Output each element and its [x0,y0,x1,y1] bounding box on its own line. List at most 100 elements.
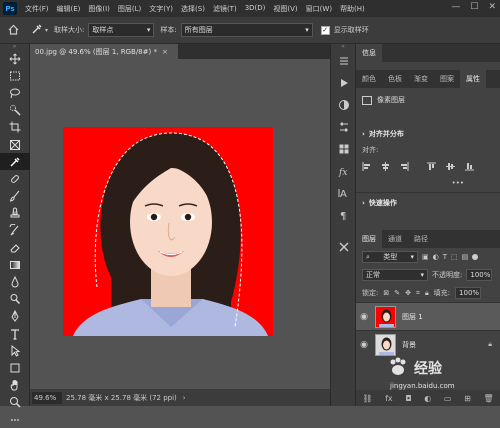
align-section-header[interactable]: › 对齐并分布 [356,126,500,142]
layer-filter-select[interactable]: ⌕ 类型 ▾ [362,251,418,263]
mask-icon[interactable]: ◘ [405,394,411,403]
frame-tool-icon[interactable] [0,136,30,153]
eye-icon[interactable]: ◉ [356,340,372,350]
blend-mode-select[interactable]: 正常 ▾ [362,269,428,281]
menu-item-5[interactable]: 选择(S) [177,4,209,14]
move-tool-icon[interactable] [0,50,30,67]
eyedropper-icon[interactable] [31,23,43,37]
menu-item-1[interactable]: 编辑(E) [53,4,85,14]
align-center-v-icon[interactable] [446,162,455,173]
show-ring-checkbox[interactable]: ✓ [320,25,330,35]
menu-item-7[interactable]: 3D(D) [241,4,270,14]
shape-tool-icon[interactable] [0,359,30,376]
menu-item-10[interactable]: 帮助(H) [336,4,369,14]
color-swatches-icon[interactable] [331,138,357,160]
home-icon[interactable] [8,24,19,37]
character-icon[interactable]: A [331,182,357,204]
tab-layers[interactable]: 图层 [356,230,382,248]
brush-tool-icon[interactable] [0,188,30,205]
filter-shape-icon[interactable]: ⬚ [451,253,458,261]
dodge-tool-icon[interactable] [0,291,30,308]
delete-layer-icon[interactable]: 🗑︎ [483,394,493,403]
menu-item-2[interactable]: 图像(I) [84,4,114,14]
align-left-icon[interactable] [362,161,371,173]
more-options-icon[interactable]: ••• [452,179,464,187]
play-actions-icon[interactable] [331,72,357,94]
tab-swatches[interactable]: 色板 [382,70,408,88]
link-layers-icon[interactable]: ⛓ [362,394,372,403]
fill-field[interactable]: 100% [455,287,482,299]
align-right-icon[interactable] [400,161,409,173]
filter-pixel-icon[interactable]: ▣ [422,253,429,261]
align-center-h-icon[interactable] [381,161,390,173]
tool-preset-chevron-icon[interactable]: ▾ [45,27,48,34]
tab-gradients[interactable]: 渐变 [408,70,434,88]
tab-info[interactable]: 信息 [356,44,382,62]
tools-preset-icon[interactable] [331,236,357,258]
clone-stamp-tool-icon[interactable] [0,205,30,222]
fx-icon[interactable]: fx [385,394,393,403]
canvas-area[interactable] [30,59,330,389]
lasso-tool-icon[interactable] [0,84,30,101]
maximize-button[interactable]: ☐ [470,2,478,12]
document-tab[interactable]: 00.jpg @ 49.6% (图层 1, RGB/8#) * × [30,44,178,59]
paragraph-icon[interactable]: ¶ [331,204,357,226]
history-brush-tool-icon[interactable] [0,222,30,239]
align-top-icon[interactable] [427,162,436,173]
zoom-tool-icon[interactable] [0,394,30,411]
menu-item-9[interactable]: 窗口(W) [302,4,336,14]
group-icon[interactable]: ▭ [444,394,452,403]
tab-color[interactable]: 颜色 [356,70,382,88]
adjustment-layer-icon[interactable]: ◐ [424,394,431,403]
lock-move-icon[interactable]: ✥ [405,289,411,297]
menu-item-6[interactable]: 滤镜(T) [209,4,241,14]
layer-row-layer1[interactable]: ◉ 图层 1 [356,302,500,330]
tab-channels[interactable]: 通道 [382,230,408,248]
tab-patterns[interactable]: 图案 [434,70,460,88]
filter-smart-icon[interactable]: ▤ [462,253,469,261]
filter-toggle-icon[interactable] [472,254,479,260]
pen-tool-icon[interactable] [0,308,30,325]
menu-item-8[interactable]: 视图(V) [269,4,301,14]
history-icon[interactable] [331,50,357,72]
sample-size-select[interactable]: 取样点 ▾ [88,23,155,37]
crop-tool-icon[interactable] [0,119,30,136]
menu-item-4[interactable]: 文字(Y) [145,4,177,14]
adjustments-icon[interactable] [331,94,357,116]
filter-adjust-icon[interactable]: ◐ [433,253,439,261]
new-layer-icon[interactable]: ⊞ [464,394,471,403]
minimize-button[interactable]: — [451,2,460,12]
lock-artboard-icon[interactable]: ⌗ [416,289,420,298]
blur-tool-icon[interactable] [0,273,30,290]
lock-transparent-icon[interactable]: ⊠ [383,289,389,297]
status-menu-arrow[interactable]: › [183,394,186,402]
more-tools-icon[interactable] [0,411,30,428]
tab-properties[interactable]: 属性 [460,70,486,88]
close-button[interactable]: ✕ [488,2,496,12]
healing-brush-tool-icon[interactable] [0,170,30,187]
sliders-icon[interactable] [331,116,357,138]
document-canvas[interactable] [63,127,273,336]
opacity-field[interactable]: 100% [466,269,493,281]
sample-select[interactable]: 所有图层 ▾ [180,23,313,37]
gradient-tool-icon[interactable] [0,256,30,273]
hand-tool-icon[interactable] [0,377,30,394]
eyedropper-tool-icon[interactable] [0,153,30,171]
path-selection-tool-icon[interactable] [0,342,30,359]
eraser-tool-icon[interactable] [0,239,30,256]
quick-selection-tool-icon[interactable] [0,102,30,119]
marquee-tool-icon[interactable] [0,67,30,84]
quick-actions-header[interactable]: › 快速操作 [356,195,500,211]
type-tool-icon[interactable] [0,325,30,342]
eye-icon[interactable]: ◉ [356,312,372,322]
styles-fx-icon[interactable]: fx [331,160,357,182]
close-icon[interactable]: × [162,48,168,56]
zoom-field[interactable]: 49.6% [32,391,62,404]
lock-brush-icon[interactable]: ✎ [394,289,400,297]
menu-item-0[interactable]: 文件(F) [21,4,53,14]
align-bottom-icon[interactable] [465,162,474,173]
menu-item-3[interactable]: 图层(L) [114,4,145,14]
lock-all-icon[interactable]: 🔒︎ [425,289,429,298]
filter-type-icon[interactable]: T [443,253,447,261]
tab-paths[interactable]: 路径 [408,230,434,248]
